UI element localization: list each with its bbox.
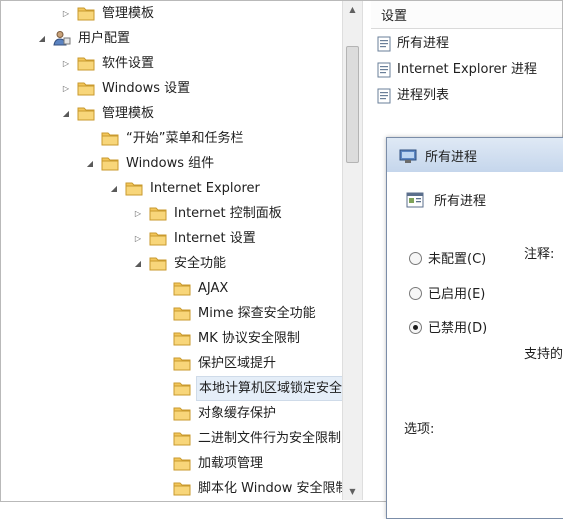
tree-item[interactable]: ◢ 用户配置 [1, 26, 342, 51]
tree-item[interactable]: Mime 探查安全功能 [1, 301, 342, 326]
folder-icon [101, 155, 119, 171]
tree-collapsed-icon[interactable]: ▷ [60, 1, 72, 26]
tree-item-label: Internet Explorer [150, 181, 260, 196]
folder-icon [125, 180, 143, 196]
user-config-icon [53, 30, 71, 46]
tree-collapsed-icon[interactable]: ▷ [132, 201, 144, 226]
policy-setting-icon [377, 62, 391, 78]
folder-icon [173, 405, 191, 421]
tree-collapsed-icon[interactable]: ▷ [60, 76, 72, 101]
folder-icon [101, 130, 119, 146]
tree-item[interactable]: ▷ 软件设置 [1, 51, 342, 76]
tree-collapsed-icon[interactable]: ▷ [132, 226, 144, 251]
tree-item[interactable]: ▷ Windows 设置 [1, 76, 342, 101]
folder-icon [173, 280, 191, 296]
policy-tree[interactable]: ▷ 管理模板 ◢ 用户配置 ▷ 软件设置 ▷ Windows 设置 ◢ 管理模板 “开始”菜单和任务… [1, 1, 342, 500]
radio-enabled[interactable]: 已启用(E) [409, 284, 485, 306]
tree-item[interactable]: ◢ 管理模板 [1, 101, 342, 126]
policy-dialog: 所有进程 所有进程 未配置(C) 已启用(E) 已禁用(D) 注释: 支持的 选… [386, 137, 563, 519]
tree-expanded-icon[interactable]: ◢ [132, 251, 144, 276]
tree-item-label: Windows 组件 [126, 156, 215, 171]
comment-label: 注释: [524, 247, 555, 262]
folder-icon [173, 430, 191, 446]
tree-item-label: 本地计算机区域锁定安全 [196, 376, 342, 401]
tree-item[interactable]: 二进制文件行为安全限制 [1, 426, 342, 451]
tree-item[interactable]: ▷ Internet 控制面板 [1, 201, 342, 226]
tree-expanded-icon[interactable]: ◢ [36, 26, 48, 51]
tree-item-label: 软件设置 [102, 56, 155, 71]
dialog-title-bar[interactable]: 所有进程 [387, 138, 563, 172]
policy-setting-icon [377, 88, 391, 104]
radio-button[interactable] [409, 287, 422, 300]
tree-item[interactable]: ◢ Internet Explorer [1, 176, 342, 201]
tree-item-label: Internet 设置 [174, 231, 256, 246]
policy-setting-icon [406, 192, 424, 208]
radio-button[interactable] [409, 321, 422, 334]
tree-item-label: Windows 设置 [102, 81, 191, 96]
tree-item-label: 保护区域提升 [198, 356, 277, 371]
tree-item[interactable]: ▷ Internet 设置 [1, 226, 342, 251]
folder-icon [173, 380, 191, 396]
tree-item[interactable]: ◢ Windows 组件 [1, 151, 342, 176]
folder-icon [77, 80, 95, 96]
tree-collapsed-icon[interactable]: ▷ [60, 51, 72, 76]
scroll-thumb[interactable] [346, 46, 359, 163]
setting-item-process-list[interactable]: 进程列表 [377, 84, 449, 108]
folder-icon [149, 255, 167, 271]
folder-icon [173, 355, 191, 371]
policy-setting-icon [377, 36, 391, 52]
tree-expanded-icon[interactable]: ◢ [108, 176, 120, 201]
tree-item[interactable]: ▷ 管理模板 [1, 1, 342, 26]
tree-item[interactable]: AJAX [1, 276, 342, 301]
scroll-up-icon[interactable]: ▲ [343, 1, 362, 18]
tree-item[interactable]: MK 协议安全限制 [1, 326, 342, 351]
settings-header-label: 设置 [381, 9, 408, 24]
tree-expanded-icon[interactable]: ◢ [84, 151, 96, 176]
folder-icon [149, 205, 167, 221]
tree-item-label: 管理模板 [102, 6, 155, 21]
tree-item-label: 脚本化 Window 安全限制 [198, 481, 342, 496]
tree-item-label: 加载项管理 [198, 456, 264, 471]
setting-item-ie-processes[interactable]: Internet Explorer 进程 [377, 58, 537, 82]
tree-item[interactable]: 本地计算机区域锁定安全 [1, 376, 342, 401]
tree-item[interactable]: 对象缓存保护 [1, 401, 342, 426]
radio-button[interactable] [409, 252, 422, 265]
tree-scrollbar[interactable]: ▲ ▼ [342, 1, 363, 500]
dialog-title: 所有进程 [425, 150, 478, 165]
settings-column-header[interactable]: 设置 [371, 1, 562, 29]
setting-item-all-processes[interactable]: 所有进程 [377, 32, 449, 56]
tree-item[interactable]: “开始”菜单和任务栏 [1, 126, 342, 151]
tree-item-label: AJAX [198, 281, 229, 296]
dialog-heading-text: 所有进程 [434, 194, 487, 209]
tree-item-label: 管理模板 [102, 106, 155, 121]
dialog-app-icon [399, 148, 417, 164]
tree-item-label: 安全功能 [174, 256, 227, 271]
tree-item-label: MK 协议安全限制 [198, 331, 300, 346]
tree-item[interactable]: 加载项管理 [1, 451, 342, 476]
folder-icon [173, 480, 191, 496]
folder-icon [77, 5, 95, 21]
tree-item-label: 二进制文件行为安全限制 [198, 431, 342, 446]
tree-expanded-icon[interactable]: ◢ [60, 101, 72, 126]
tree-item[interactable]: ◢ 安全功能 [1, 251, 342, 276]
tree-item[interactable]: 保护区域提升 [1, 351, 342, 376]
folder-icon [173, 305, 191, 321]
radio-disabled[interactable]: 已禁用(D) [409, 318, 487, 340]
tree-item-label: 用户配置 [78, 31, 131, 46]
tree-item[interactable]: 脚本化 Window 安全限制 [1, 476, 342, 500]
folder-icon [173, 330, 191, 346]
options-label: 选项: [404, 422, 435, 437]
supported-on-label: 支持的 [524, 347, 563, 362]
folder-icon [77, 55, 95, 71]
tree-item-label: “开始”菜单和任务栏 [126, 131, 244, 146]
tree-item-label: 对象缓存保护 [198, 406, 277, 421]
tree-item-label: Mime 探查安全功能 [198, 306, 316, 321]
folder-icon [149, 230, 167, 246]
radio-not-configured[interactable]: 未配置(C) [409, 249, 486, 271]
tree-item-label: Internet 控制面板 [174, 206, 282, 221]
folder-icon [173, 455, 191, 471]
folder-icon [77, 105, 95, 121]
scroll-down-icon[interactable]: ▼ [343, 483, 362, 500]
